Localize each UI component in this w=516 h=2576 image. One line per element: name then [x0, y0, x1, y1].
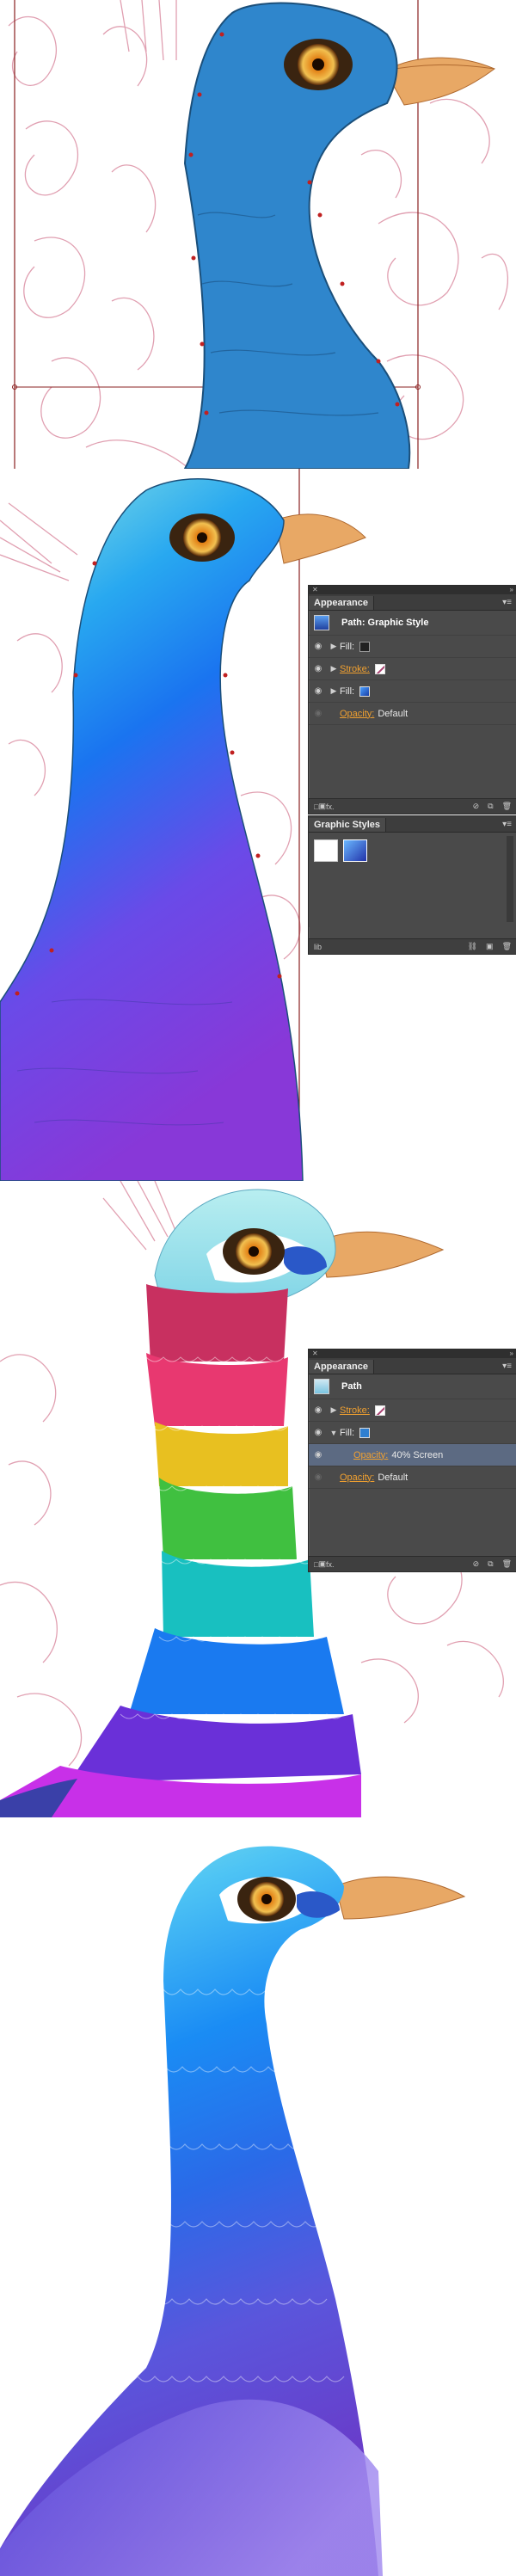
- tab-graphic-styles[interactable]: Graphic Styles: [309, 818, 387, 832]
- attribute-label: Fill:: [340, 685, 355, 697]
- expand-triangle-icon[interactable]: ▶: [328, 642, 340, 651]
- appearance-row-sub-opacity[interactable]: ◉ Opacity: 40% Screen: [309, 1444, 516, 1466]
- appearance-target-label: Path: Graphic Style: [341, 618, 429, 628]
- eye-icon[interactable]: ◉: [309, 1472, 328, 1482]
- appearance-header: Path: Graphic Style: [309, 611, 516, 636]
- opacity-value: 40% Screen: [391, 1449, 444, 1460]
- appearance-row-fill-1[interactable]: ◉ ▶ Fill:: [309, 636, 516, 658]
- appearance-footer: □ ▣ fx. ⊘ ⧉ 🗑: [309, 1556, 516, 1571]
- library-icon[interactable]: lib: [314, 943, 322, 951]
- tab-appearance[interactable]: Appearance: [309, 1360, 374, 1374]
- clear-icon[interactable]: ⊘: [473, 802, 480, 811]
- expand-icon[interactable]: »: [510, 1350, 513, 1357]
- appearance-footer: □ ▣ fx. ⊘ ⧉ 🗑: [309, 798, 516, 814]
- appearance-row-opacity[interactable]: ◉ Opacity: Default: [309, 703, 516, 725]
- trash-icon[interactable]: 🗑: [502, 942, 512, 951]
- panel-titlebar[interactable]: ✕»: [309, 586, 516, 594]
- eye-icon[interactable]: ◉: [309, 1405, 328, 1415]
- panel-menu-icon[interactable]: ▾≡: [502, 820, 516, 832]
- path-thumbnail: [314, 1379, 329, 1394]
- step-1-artwork: [8, 0, 509, 469]
- opacity-label[interactable]: Opacity:: [340, 1472, 374, 1483]
- eye-icon[interactable]: ◉: [309, 686, 328, 696]
- trash-icon[interactable]: 🗑: [502, 802, 512, 811]
- tab-appearance[interactable]: Appearance: [309, 596, 374, 610]
- eye-icon[interactable]: ◉: [309, 1450, 328, 1460]
- appearance-header: Path: [309, 1374, 516, 1399]
- eye-icon[interactable]: ◉: [309, 709, 328, 718]
- graphic-styles-list: [309, 833, 516, 927]
- attribute-label: Fill:: [340, 1427, 355, 1438]
- panel-titlebar[interactable]: ✕»: [309, 1349, 516, 1358]
- attribute-label[interactable]: Stroke:: [340, 664, 370, 674]
- new-style-icon[interactable]: ▣: [486, 942, 494, 951]
- add-fill-icon[interactable]: ▣: [318, 1559, 326, 1569]
- appearance-row-opacity[interactable]: ◉ Opacity: Default: [309, 1466, 516, 1489]
- opacity-label[interactable]: Opacity:: [353, 1450, 388, 1460]
- add-fill-icon[interactable]: ▣: [318, 802, 326, 811]
- fill-swatch[interactable]: [359, 685, 371, 697]
- step-1-outline: [0, 0, 516, 469]
- eye-icon[interactable]: ◉: [309, 1428, 328, 1437]
- break-link-icon[interactable]: ⛓: [468, 942, 477, 951]
- scrollbar[interactable]: [507, 836, 513, 922]
- style-swatch-default[interactable]: [314, 839, 338, 862]
- step-4-artwork: [0, 1846, 466, 2576]
- expand-triangle-icon[interactable]: ▶: [328, 664, 340, 673]
- fill-swatch[interactable]: [359, 641, 371, 652]
- graphic-styles-footer: lib ⛓ ▣ 🗑: [309, 938, 516, 954]
- style-thumbnail: [314, 615, 329, 630]
- collapse-icon[interactable]: ✕: [312, 587, 318, 593]
- clear-icon[interactable]: ⊘: [473, 1559, 480, 1569]
- expand-triangle-icon[interactable]: ▶: [328, 1405, 340, 1415]
- appearance-row-fill[interactable]: ◉ ▼ Fill:: [309, 1422, 516, 1444]
- step-4-final: [0, 1817, 516, 2576]
- step-3-rainbow: ✕» Appearance ▾≡ Path ◉ ▶ Stroke: ◉ ▼ Fi…: [0, 1181, 516, 1817]
- appearance-panel: ✕» Appearance ▾≡ Path ◉ ▶ Stroke: ◉ ▼ Fi…: [308, 1349, 516, 1572]
- opacity-label[interactable]: Opacity:: [340, 709, 374, 719]
- step-2-gradient: ✕» Appearance ▾≡ Path: Graphic Style ◉ ▶…: [0, 469, 516, 1181]
- fx-button[interactable]: fx.: [326, 1560, 335, 1569]
- style-swatch-gradient[interactable]: [343, 839, 367, 862]
- collapse-triangle-icon[interactable]: ▼: [328, 1429, 340, 1437]
- stroke-swatch[interactable]: [374, 1405, 385, 1416]
- expand-triangle-icon[interactable]: ▶: [328, 686, 340, 696]
- duplicate-icon[interactable]: ⧉: [488, 1559, 493, 1569]
- attribute-label[interactable]: Stroke:: [340, 1405, 370, 1416]
- opacity-value: Default: [378, 708, 408, 719]
- trash-icon[interactable]: 🗑: [502, 1559, 512, 1569]
- opacity-value: Default: [378, 1472, 408, 1483]
- appearance-panel: ✕» Appearance ▾≡ Path: Graphic Style ◉ ▶…: [308, 585, 516, 815]
- duplicate-icon[interactable]: ⧉: [488, 802, 493, 811]
- eye-icon[interactable]: ◉: [309, 642, 328, 651]
- graphic-styles-panel: Graphic Styles ▾≡ lib ⛓ ▣ 🗑: [308, 815, 516, 955]
- fx-button[interactable]: fx.: [326, 802, 335, 811]
- expand-icon[interactable]: »: [510, 587, 513, 593]
- stroke-swatch[interactable]: [374, 663, 385, 674]
- panel-menu-icon[interactable]: ▾≡: [502, 598, 516, 610]
- attribute-label: Fill:: [340, 641, 355, 652]
- fill-swatch[interactable]: [359, 1427, 371, 1438]
- collapse-icon[interactable]: ✕: [312, 1350, 318, 1357]
- appearance-row-stroke[interactable]: ◉ ▶ Stroke:: [309, 658, 516, 680]
- panel-menu-icon[interactable]: ▾≡: [502, 1362, 516, 1374]
- appearance-row-stroke[interactable]: ◉ ▶ Stroke:: [309, 1399, 516, 1422]
- appearance-row-fill-2[interactable]: ◉ ▶ Fill:: [309, 680, 516, 703]
- eye-icon[interactable]: ◉: [309, 664, 328, 673]
- appearance-target-label: Path: [341, 1381, 362, 1392]
